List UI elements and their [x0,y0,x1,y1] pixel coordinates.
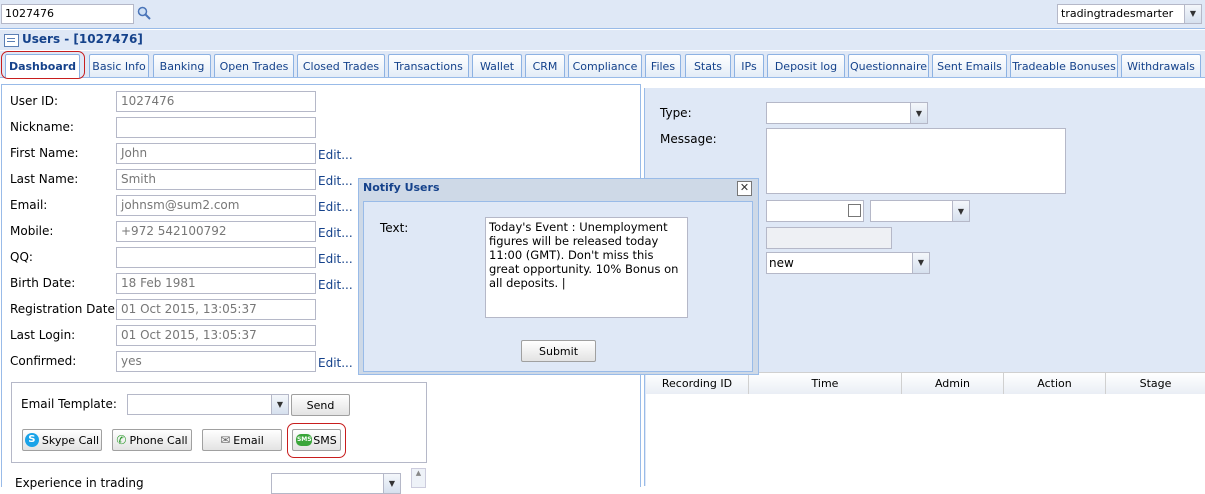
column-stage[interactable]: Stage [1106,373,1205,394]
field-label: User ID: [10,94,58,108]
tab-withdrawals[interactable]: Withdrawals [1121,54,1201,77]
edit-link[interactable]: Edit... [318,252,353,266]
email-template-label: Email Template: [21,397,117,411]
date-input[interactable] [766,200,864,222]
tab-ips[interactable]: IPs [734,54,764,77]
experience-label: Experience in trading [15,476,144,490]
scrollbar[interactable]: ▲ [411,468,426,488]
field-label: Confirmed: [10,354,77,368]
field-label: Nickname: [10,120,74,134]
edit-link[interactable]: Edit... [318,226,353,240]
recordings-grid-header: Recording ID Time Admin Action Stage [646,372,1205,395]
tab-closed-trades[interactable]: Closed Trades [297,54,385,77]
dashboard-tab-highlight [1,51,85,79]
email-button[interactable]: ✉ Email [202,429,282,451]
search-input[interactable]: 1027476 [1,4,134,24]
field-input[interactable]: +972 542100792 [116,221,316,242]
field-input[interactable] [116,247,316,268]
title-bar [0,30,1205,50]
column-recording-id[interactable]: Recording ID [646,373,749,394]
email-template-select[interactable]: ▼ [127,394,289,415]
experience-select[interactable]: ▼ [271,473,401,494]
chevron-down-icon[interactable]: ▼ [952,201,969,221]
close-icon[interactable]: ✕ [737,181,752,196]
skype-icon: S [24,433,39,447]
field-input[interactable]: 01 Oct 2015, 13:05:37 [116,325,316,346]
field-label: Mobile: [10,224,54,238]
edit-link[interactable]: Edit... [318,148,353,162]
tab-transactions[interactable]: Transactions [388,54,469,77]
top-toolbar [0,0,1205,29]
tab-deposit-log[interactable]: Deposit log [767,54,845,77]
sms-button-highlight [287,423,346,458]
tab-wallet[interactable]: Wallet [472,54,522,77]
column-admin[interactable]: Admin [902,373,1004,394]
page-title: Users - [1027476] [22,32,143,46]
tab-tradeable-bonuses[interactable]: Tradeable Bonuses [1010,54,1118,77]
chevron-down-icon[interactable]: ▼ [383,474,400,493]
field-label: QQ: [10,250,33,264]
send-button[interactable]: Send [291,394,350,416]
status-select-value: new [769,256,794,270]
phone-call-button[interactable]: ✆ Phone Call [112,429,192,451]
field-input[interactable]: yes [116,351,316,372]
tab-crm[interactable]: CRM [525,54,565,77]
calendar-icon[interactable] [848,204,861,217]
edit-link[interactable]: Edit... [318,356,353,370]
text-label: Text: [380,221,409,235]
field-input[interactable]: 1027476 [116,91,316,112]
tab-stats[interactable]: Stats [685,54,731,77]
edit-link[interactable]: Edit... [318,200,353,214]
edit-link[interactable]: Edit... [318,278,353,292]
recordings-grid-body [646,394,1205,486]
tab-compliance[interactable]: Compliance [568,54,642,77]
phone-icon: ✆ [116,433,127,447]
tab-basic-info[interactable]: Basic Info [89,54,149,77]
scroll-up-icon[interactable]: ▲ [412,469,425,477]
field-label: Registration Date: [10,302,119,316]
tab-sent-emails[interactable]: Sent Emails [932,54,1007,77]
email-label: Email [233,433,264,447]
chevron-down-icon[interactable]: ▼ [910,103,927,123]
field-label: Email: [10,198,48,212]
search-icon[interactable] [137,6,151,20]
chevron-down-icon[interactable]: ▼ [912,253,929,273]
status-select[interactable]: new ▼ [766,252,930,274]
tab-files[interactable]: Files [645,54,681,77]
envelope-icon: ✉ [220,433,231,447]
readonly-field [766,227,892,249]
time-select[interactable]: ▼ [870,200,970,222]
skype-call-label: Skype Call [41,433,100,447]
type-label: Type: [660,106,692,120]
field-input[interactable]: Smith [116,169,316,190]
dialog-title: Notify Users [363,181,440,194]
organization-select[interactable]: tradingtradesmarter ▼ [1057,4,1202,24]
field-label: Last Name: [10,172,79,186]
type-select[interactable]: ▼ [766,102,928,124]
field-label: Last Login: [10,328,76,342]
field-input[interactable]: 18 Feb 1981 [116,273,316,294]
field-input[interactable] [116,117,316,138]
column-time[interactable]: Time [749,373,902,394]
edit-link[interactable]: Edit... [318,174,353,188]
chevron-down-icon[interactable]: ▼ [271,395,288,414]
field-label: First Name: [10,146,79,160]
skype-call-button[interactable]: S Skype Call [22,429,102,451]
users-window-icon [4,34,19,47]
message-label: Message: [660,132,717,146]
tab-open-trades[interactable]: Open Trades [214,54,294,77]
field-input[interactable]: John [116,143,316,164]
tab-banking[interactable]: Banking [153,54,211,77]
chevron-down-icon[interactable]: ▼ [1184,5,1201,23]
organization-select-value: tradingtradesmarter [1061,7,1174,20]
phone-call-label: Phone Call [129,433,188,447]
column-action[interactable]: Action [1004,373,1106,394]
notification-text-area[interactable]: Today's Event : Unemployment figures wil… [485,217,688,318]
message-textarea[interactable] [766,128,1066,194]
field-input[interactable]: 01 Oct 2015, 13:05:37 [116,299,316,320]
tab-questionnaire[interactable]: Questionnaire [848,54,929,77]
field-input[interactable]: johnsm@sum2.com [116,195,316,216]
submit-button[interactable]: Submit [521,340,596,362]
field-label: Birth Date: [10,276,76,290]
